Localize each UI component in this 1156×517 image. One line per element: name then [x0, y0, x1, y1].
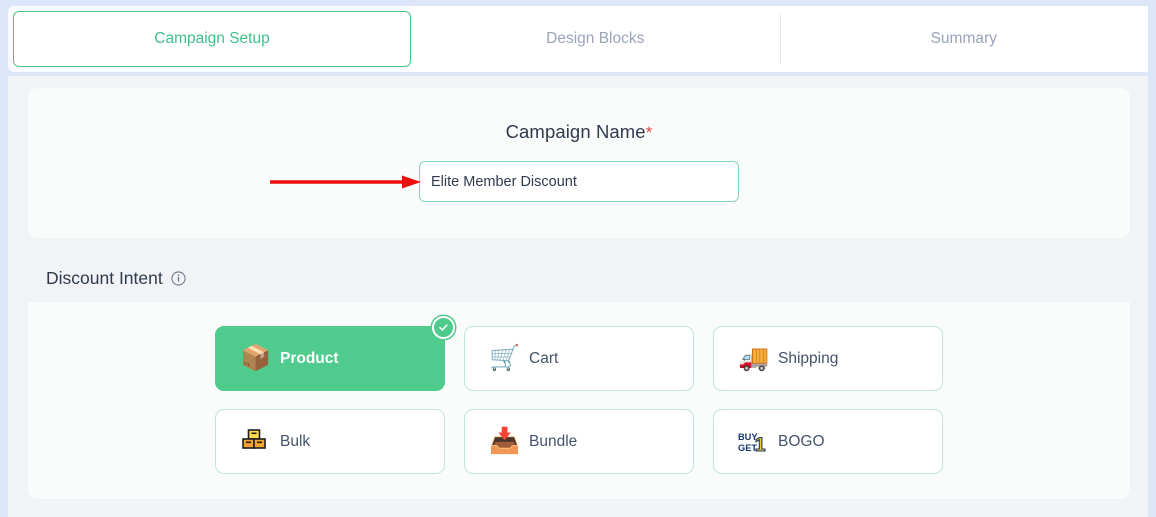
discount-intent-panel: Discount Intent 📦 Product	[28, 254, 1130, 499]
campaign-setup-page: Campaign Setup Design Blocks Summary Cam…	[0, 0, 1156, 517]
discount-intent-header: Discount Intent	[28, 254, 1130, 302]
intent-card-cart-label: Cart	[529, 350, 558, 368]
campaign-name-label: Campaign Name*	[506, 121, 653, 143]
campaign-name-label-text: Campaign Name	[506, 121, 646, 142]
stacked-boxes-icon	[240, 427, 267, 456]
intent-card-product-label: Product	[280, 350, 339, 368]
tab-campaign-setup[interactable]: Campaign Setup	[13, 11, 411, 67]
discount-intent-title: Discount Intent	[46, 268, 163, 289]
buy-one-get-one-icon: BUY GET 1	[738, 429, 765, 455]
package-box-icon: 📦	[240, 346, 267, 371]
campaign-name-panel: Campaign Name*	[28, 88, 1130, 238]
required-asterisk: *	[646, 123, 653, 142]
campaign-name-input[interactable]	[419, 161, 739, 202]
open-gift-box-icon: 📥	[489, 429, 516, 454]
shopping-cart-icon: 🛒	[489, 346, 516, 371]
intent-card-shipping[interactable]: 🚚 Shipping	[713, 326, 943, 391]
discount-intent-options-grid: 📦 Product 🛒 Cart 🚚	[28, 302, 1130, 474]
tab-summary-label: Summary	[931, 30, 997, 48]
info-circle-icon[interactable]	[171, 271, 186, 286]
intent-card-shipping-label: Shipping	[778, 350, 838, 368]
tab-summary[interactable]: Summary	[780, 6, 1149, 72]
intent-card-bulk[interactable]: Bulk	[215, 409, 445, 474]
intent-card-product[interactable]: 📦 Product	[215, 326, 445, 391]
discount-intent-row-1: 📦 Product 🛒 Cart 🚚	[215, 326, 943, 391]
tab-campaign-setup-label: Campaign Setup	[154, 30, 269, 48]
intent-card-cart[interactable]: 🛒 Cart	[464, 326, 694, 391]
content-area: Campaign Name* Discount Intent	[8, 76, 1148, 517]
check-icon	[432, 316, 455, 339]
tab-bar: Campaign Setup Design Blocks Summary	[8, 6, 1148, 72]
discount-intent-row-2: Bulk 📥 Bundle BUY GET 1	[215, 409, 943, 474]
intent-card-bundle-label: Bundle	[529, 433, 577, 451]
intent-card-bogo-label: BOGO	[778, 433, 825, 451]
tab-design-blocks[interactable]: Design Blocks	[411, 6, 780, 72]
intent-card-bulk-label: Bulk	[280, 433, 310, 451]
svg-text:1: 1	[755, 433, 766, 454]
tab-design-blocks-label: Design Blocks	[546, 30, 644, 48]
delivery-truck-icon: 🚚	[738, 346, 765, 371]
intent-card-bundle[interactable]: 📥 Bundle	[464, 409, 694, 474]
intent-card-bogo[interactable]: BUY GET 1 BOGO	[713, 409, 943, 474]
